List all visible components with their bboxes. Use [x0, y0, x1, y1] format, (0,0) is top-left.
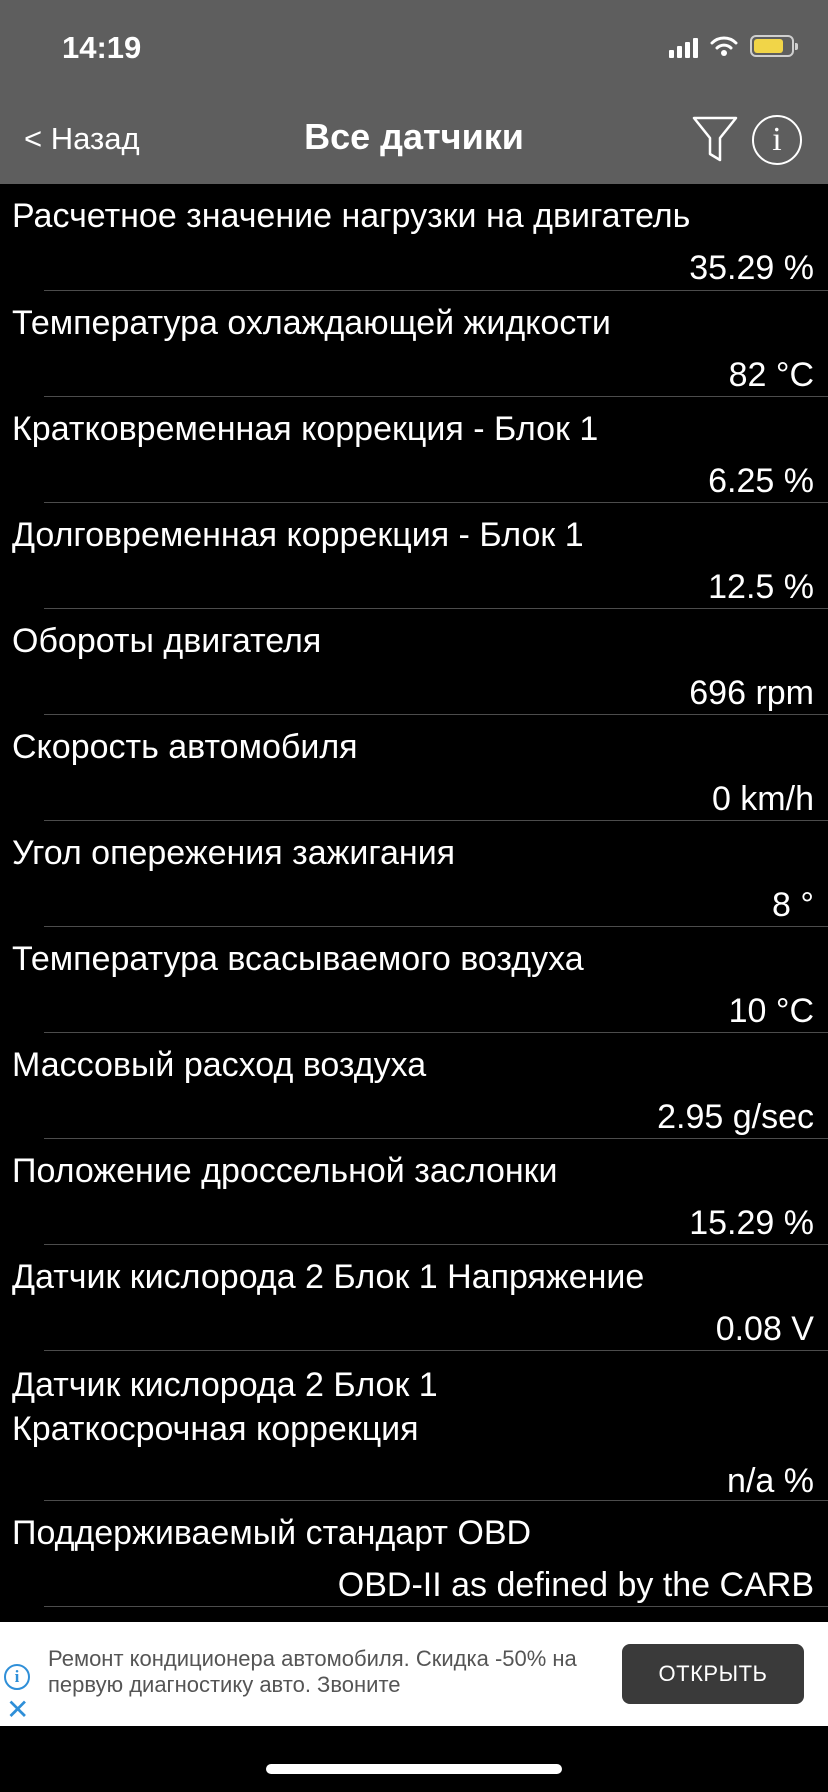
- sensor-value: 6.25 %: [708, 462, 814, 500]
- ad-info-icon[interactable]: i: [4, 1664, 30, 1690]
- sensor-list: Расчетное значение нагрузки на двигатель…: [0, 184, 828, 1607]
- sensor-row: Положение дроссельной заслонки 15.29 %: [0, 1139, 828, 1245]
- sensor-value: 12.5 %: [708, 568, 814, 606]
- sensor-value: 696 rpm: [689, 674, 814, 712]
- sensor-label: Массовый расход воздуха: [12, 1046, 427, 1084]
- sensor-value: 35.29 %: [689, 249, 814, 287]
- sensor-label: Расчетное значение нагрузки на двигатель: [12, 197, 691, 235]
- row-divider: [44, 1606, 828, 1607]
- sensor-value: 82 °C: [728, 356, 814, 394]
- sensor-value: n/a %: [727, 1462, 814, 1500]
- sensor-label: Датчик кислорода 2 Блок 1 Краткосрочная …: [12, 1366, 438, 1448]
- sensor-value: 0.08 V: [715, 1310, 814, 1348]
- sensor-label: Кратковременная коррекция - Блок 1: [12, 410, 599, 448]
- ad-text[interactable]: Ремонт кондиционера автомобиля. Скидка -…: [48, 1646, 588, 1698]
- sensor-row: Скорость автомобиля 0 km/h: [0, 715, 828, 821]
- sensor-value: 8 °: [772, 886, 814, 924]
- wifi-icon: [710, 36, 738, 56]
- sensor-row: Температура всасываемого воздуха 10 °C: [0, 927, 828, 1033]
- filter-icon[interactable]: [690, 114, 740, 166]
- sensor-value: 15.29 %: [689, 1204, 814, 1242]
- sensor-label: Температура всасываемого воздуха: [12, 940, 584, 978]
- sensor-value: 2.95 g/sec: [657, 1098, 814, 1136]
- sensor-label: Долговременная коррекция - Блок 1: [12, 516, 584, 554]
- sensor-value: 10 °C: [728, 992, 814, 1030]
- navigation-header: 14:19 < Назад Все датчики i: [0, 0, 828, 184]
- status-time: 14:19: [62, 30, 142, 65]
- sensor-row: Поддерживаемый стандарт OBD OBD-II as de…: [0, 1501, 828, 1607]
- sensor-label: Датчик кислорода 2 Блок 1 Напряжение: [12, 1258, 645, 1296]
- sensor-label: Положение дроссельной заслонки: [12, 1152, 558, 1190]
- ad-close-icon[interactable]: ✕: [6, 1696, 29, 1724]
- sensor-row: Угол опережения зажигания 8 °: [0, 821, 828, 927]
- battery-icon: [750, 35, 798, 57]
- sensor-label: Температура охлаждающей жидкости: [12, 304, 611, 342]
- home-indicator[interactable]: [266, 1764, 562, 1774]
- battery-level: [754, 39, 783, 53]
- sensor-label: Скорость автомобиля: [12, 728, 358, 766]
- info-icon[interactable]: i: [752, 115, 802, 165]
- sensor-label: Обороты двигателя: [12, 622, 322, 660]
- sensor-row: Датчик кислорода 2 Блок 1 Краткосрочная …: [0, 1351, 828, 1501]
- sensor-row: Обороты двигателя 696 rpm: [0, 609, 828, 715]
- sensor-value: OBD-II as defined by the CARB: [337, 1566, 814, 1604]
- sensor-row: Датчик кислорода 2 Блок 1 Напряжение 0.0…: [0, 1245, 828, 1351]
- sensor-row: Долговременная коррекция - Блок 1 12.5 %: [0, 503, 828, 609]
- sensor-row: Кратковременная коррекция - Блок 1 6.25 …: [0, 397, 828, 503]
- sensor-row: Расчетное значение нагрузки на двигатель…: [0, 184, 828, 291]
- sensor-row: Температура охлаждающей жидкости 82 °C: [0, 291, 828, 397]
- ad-open-button[interactable]: ОТКРЫТЬ: [622, 1644, 804, 1704]
- sensor-value: 0 km/h: [711, 780, 814, 818]
- sensor-label: Угол опережения зажигания: [12, 834, 456, 872]
- ad-banner[interactable]: i ✕ Ремонт кондиционера автомобиля. Скид…: [0, 1622, 828, 1726]
- status-icons: [669, 34, 798, 58]
- sensor-row: Массовый расход воздуха 2.95 g/sec: [0, 1033, 828, 1139]
- cellular-signal-icon: [669, 34, 698, 58]
- sensor-label: Поддерживаемый стандарт OBD: [12, 1514, 532, 1552]
